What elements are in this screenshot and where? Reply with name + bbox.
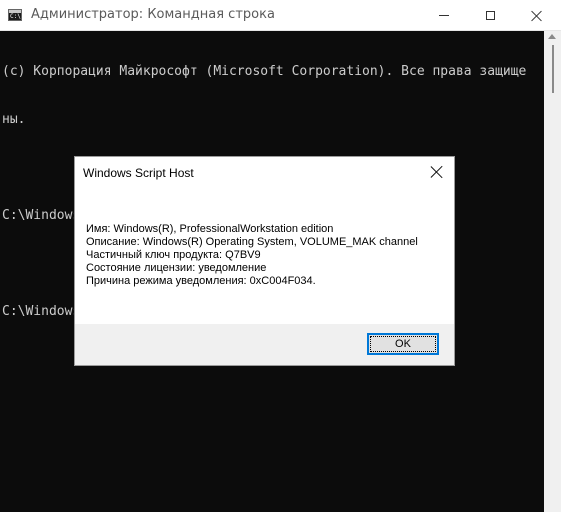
notification-reason-line: Причина режима уведомления: 0xC004F034. [86, 275, 316, 287]
windows-script-host-dialog: Windows Script Host Имя: Windows(R), Pro… [74, 156, 455, 366]
vertical-scrollbar[interactable] [544, 31, 561, 512]
title-bar: C:\ Администратор: Командная строка [0, 0, 561, 31]
license-description-line: Описание: Windows(R) Operating System, V… [86, 236, 418, 248]
maximize-icon [485, 11, 495, 20]
console-line: (c) Корпорация Майкрософт (Microsoft Cor… [2, 64, 527, 79]
minimize-icon [439, 15, 449, 16]
close-button[interactable] [514, 0, 560, 31]
ok-button[interactable]: OK [367, 333, 439, 355]
scroll-thumb[interactable] [552, 45, 554, 93]
console-line: ны. [2, 112, 26, 127]
window-title: Администратор: Командная строка [31, 7, 275, 22]
close-icon [531, 10, 543, 22]
partial-product-key-line: Частичный ключ продукта: Q7BV9 [86, 249, 261, 261]
dialog-close-icon[interactable] [430, 165, 444, 179]
dialog-footer: OK [75, 324, 454, 365]
license-name-line: Имя: Windows(R), ProfessionalWorkstation… [86, 223, 334, 235]
command-prompt-icon[interactable]: C:\ [8, 9, 22, 21]
maximize-button[interactable] [467, 0, 513, 31]
dialog-message: Имя: Windows(R), ProfessionalWorkstation… [86, 223, 418, 288]
scroll-up-icon[interactable] [548, 34, 556, 39]
license-status-line: Состояние лицензии: уведомление [86, 262, 267, 274]
dialog-title-bar: Windows Script Host [75, 157, 454, 188]
minimize-button[interactable] [421, 0, 467, 31]
dialog-title: Windows Script Host [83, 166, 194, 180]
